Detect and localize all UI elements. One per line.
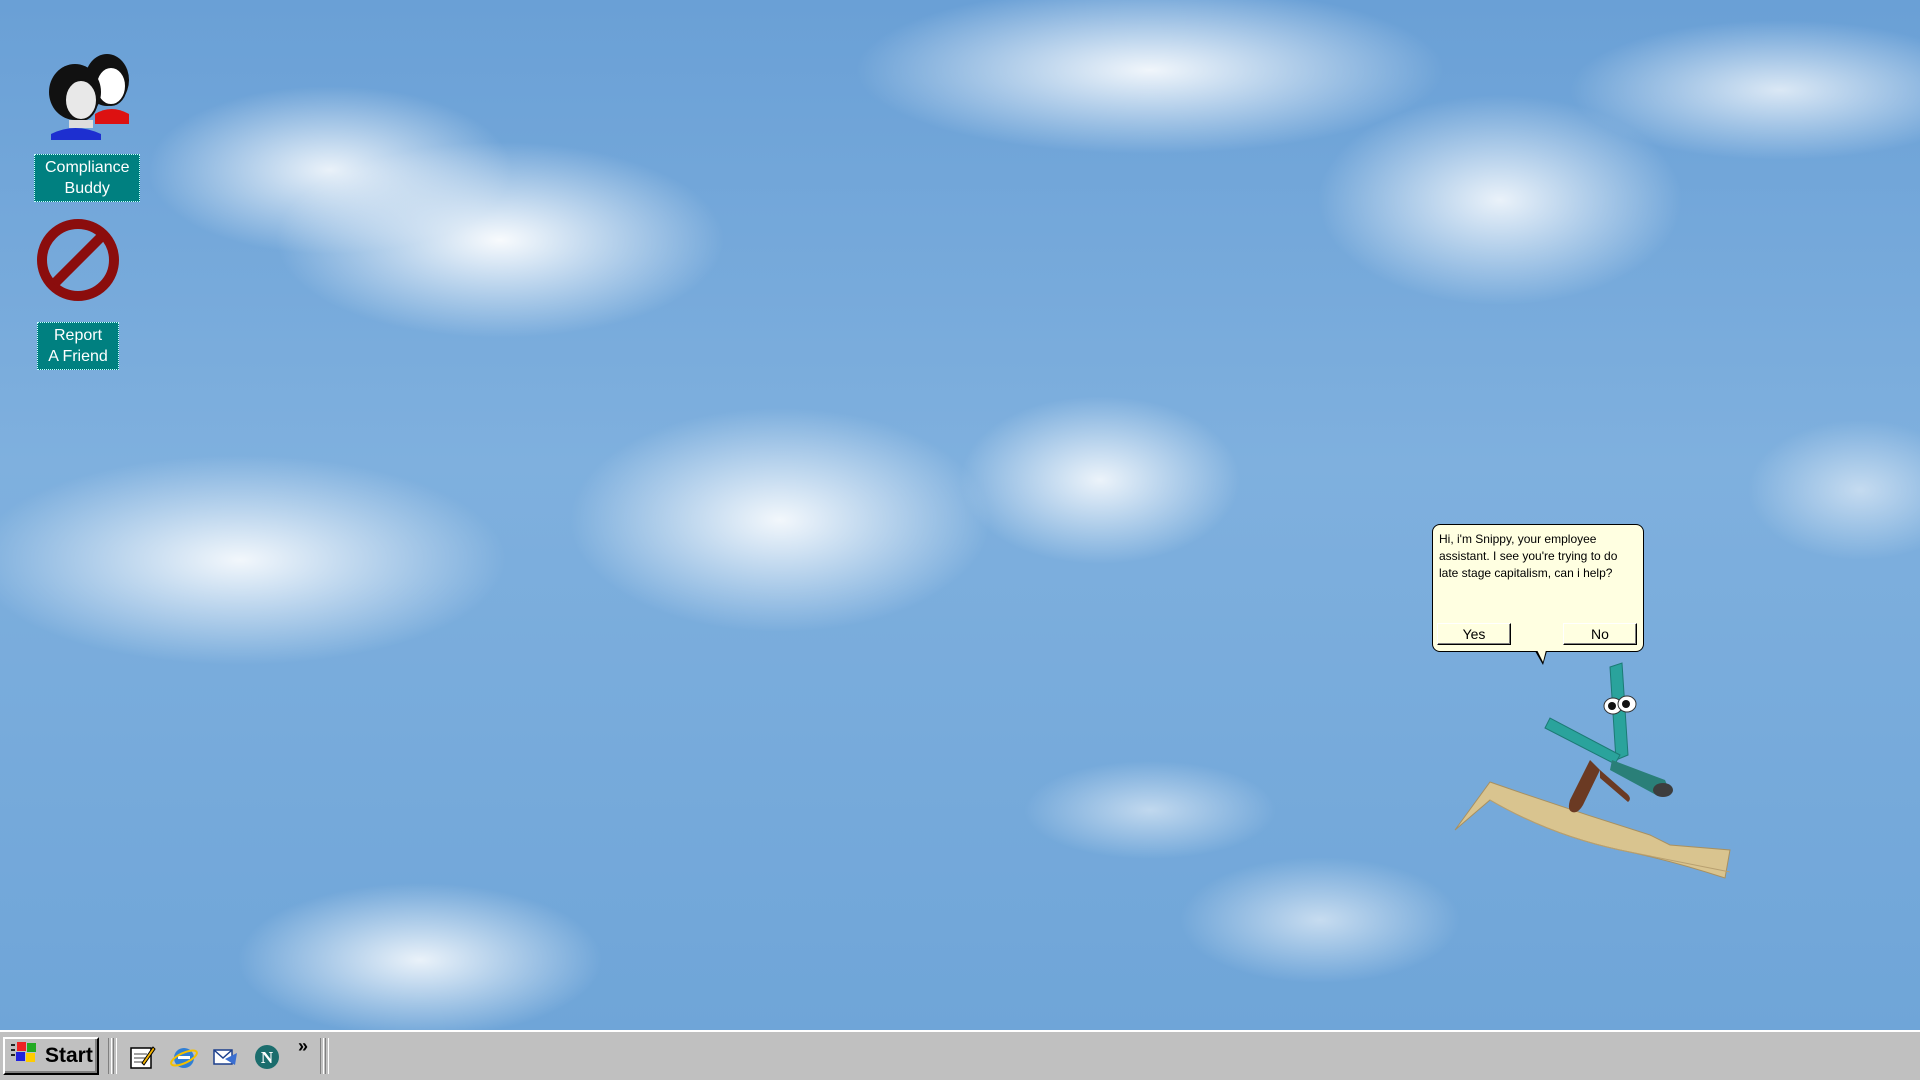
taskbar-separator: [320, 1038, 324, 1074]
desktop-icon-report-a-friend[interactable]: Report A Friend: [30, 212, 126, 370]
taskbar-separator: [113, 1038, 117, 1074]
netscape-icon[interactable]: N: [252, 1042, 282, 1072]
notepad-icon[interactable]: [127, 1042, 157, 1072]
assistant-message: Hi, i'm Snippy, your employee assistant.…: [1439, 532, 1618, 580]
scissor-blade: [1544, 717, 1621, 765]
taskbar: Start N »: [0, 1030, 1920, 1080]
outlook-express-icon[interactable]: [210, 1042, 240, 1072]
desktop-icon-label: Report A Friend: [37, 322, 119, 370]
taskbar-separator: [325, 1038, 329, 1074]
internet-explorer-icon[interactable]: [169, 1042, 199, 1072]
taskbar-separator: [108, 1038, 112, 1074]
assistant-speech-balloon: Hi, i'm Snippy, your employee assistant.…: [1432, 524, 1644, 652]
yes-button[interactable]: Yes: [1437, 623, 1511, 645]
desktop: Compliance Buddy Report A Friend Hi, i'm…: [0, 0, 1920, 1030]
people-icon: [39, 44, 135, 140]
start-label: Start: [45, 1044, 93, 1067]
svg-text:N: N: [261, 1048, 274, 1067]
windows-logo-icon: [11, 1040, 39, 1072]
start-button[interactable]: Start: [3, 1037, 99, 1075]
desktop-icon-compliance-buddy[interactable]: Compliance Buddy: [34, 44, 141, 202]
quick-launch-overflow-button[interactable]: »: [298, 1036, 308, 1057]
prohibited-icon: [30, 212, 126, 308]
googly-eyes: [1603, 695, 1637, 715]
snippy-assistant-character[interactable]: [1450, 660, 1740, 890]
no-button[interactable]: No: [1563, 623, 1637, 645]
desktop-icon-label: Compliance Buddy: [34, 154, 141, 202]
